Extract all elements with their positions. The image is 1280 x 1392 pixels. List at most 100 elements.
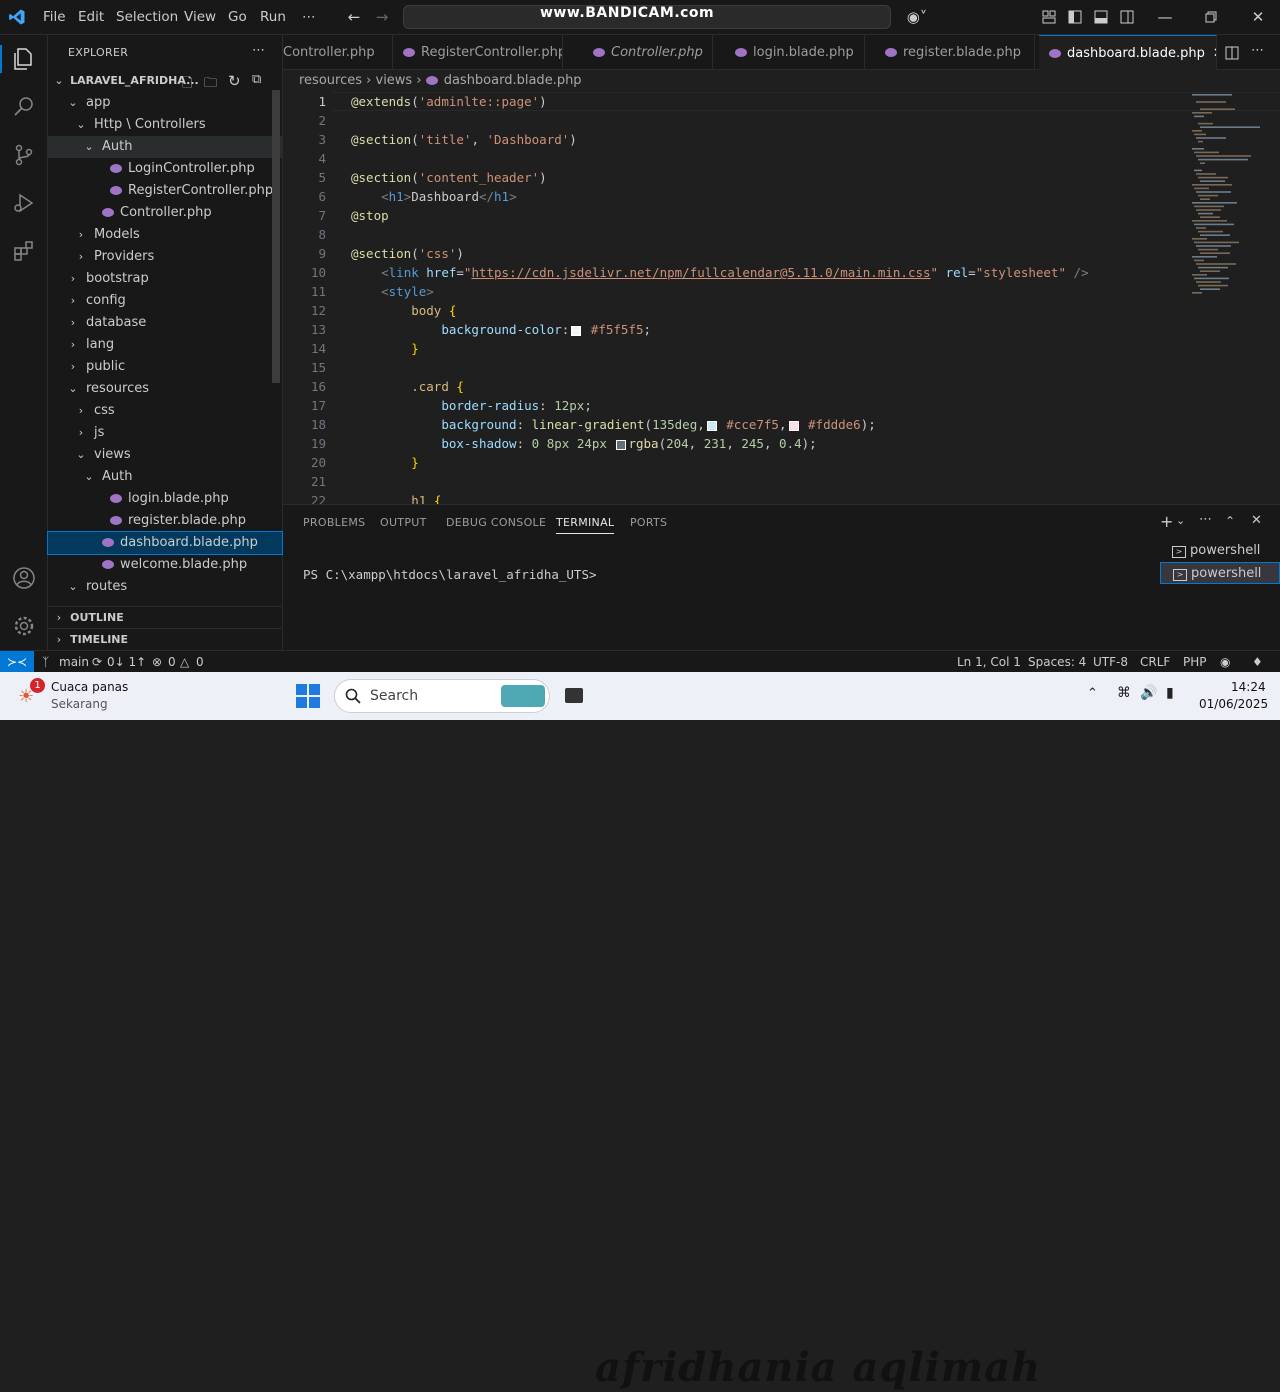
back-arrow-icon[interactable]: ←: [344, 8, 364, 26]
clock-date[interactable]: 01/06/2025: [1199, 697, 1268, 711]
color-swatch[interactable]: [788, 420, 799, 431]
tree-folder[interactable]: › config: [48, 290, 282, 312]
collapse-all-icon[interactable]: ⧉: [252, 72, 261, 87]
error-count[interactable]: 0: [168, 651, 176, 673]
toggle-sidebar-icon[interactable]: [1068, 10, 1082, 24]
color-swatch[interactable]: [616, 439, 627, 450]
close-panel-icon[interactable]: ✕: [1251, 513, 1262, 528]
minimap[interactable]: [1190, 92, 1280, 312]
menu-run[interactable]: Run: [260, 9, 286, 25]
accounts-icon[interactable]: [12, 566, 36, 590]
terminal-instance-2[interactable]: > powershell: [1160, 562, 1280, 584]
tree-folder[interactable]: ⌄ views: [48, 444, 282, 466]
tab-problems[interactable]: PROBLEMS: [303, 516, 365, 529]
maximize-panel-chevron-up-icon[interactable]: ⌃: [1225, 514, 1235, 528]
terminal-prompt[interactable]: PS C:\xampp\htdocs\laravel_afridha_UTS>: [303, 567, 597, 582]
close-icon[interactable]: ✕: [1248, 8, 1268, 26]
tree-folder[interactable]: ⌄ app: [48, 92, 282, 114]
minimize-icon[interactable]: —: [1155, 8, 1175, 26]
tree-folder[interactable]: ⌄ resources: [48, 378, 282, 400]
timeline-section[interactable]: › TIMELINE: [48, 628, 282, 650]
tree-folder[interactable]: › bootstrap: [48, 268, 282, 290]
toggle-panel-icon[interactable]: [1094, 10, 1108, 24]
windows-start-icon[interactable]: [296, 684, 320, 708]
indentation[interactable]: Spaces: 4: [1028, 651, 1086, 673]
wifi-icon[interactable]: ⌘: [1117, 685, 1131, 701]
settings-gear-icon[interactable]: [12, 614, 36, 638]
copilot-icon[interactable]: ◉˅: [902, 8, 932, 26]
code-editor[interactable]: 1 2 3 4 5 6 7 8 9 10 11 12 13 14 15 16 17 18 19 20 21 22 @ext…: [283, 92, 1280, 504]
cursor-position[interactable]: Ln 1, Col 1: [957, 651, 1021, 673]
tree-file[interactable]: register.blade.php: [48, 510, 282, 532]
app-icon[interactable]: [565, 688, 583, 703]
chevron-down-icon[interactable]: ⌄: [1176, 514, 1185, 527]
menu-file[interactable]: File: [43, 9, 66, 25]
customize-layout-icon[interactable]: [1042, 10, 1056, 24]
tree-file[interactable]: LoginController.php: [48, 158, 282, 180]
run-debug-icon[interactable]: [12, 191, 36, 215]
tab-output[interactable]: OUTPUT: [380, 516, 427, 529]
tree-folder[interactable]: › js: [48, 422, 282, 444]
refresh-icon[interactable]: ↻: [228, 72, 241, 90]
new-terminal-plus-icon[interactable]: +: [1160, 512, 1173, 531]
tree-folder[interactable]: ⌄ routes: [48, 576, 282, 598]
menu-view[interactable]: View: [184, 9, 216, 25]
tree-file[interactable]: RegisterController.php: [48, 180, 282, 202]
tab-ports[interactable]: PORTS: [630, 516, 667, 529]
tree-folder[interactable]: ⌄ Auth: [48, 136, 282, 158]
sync-status[interactable]: 0↓ 1↑: [107, 651, 146, 673]
tree-folder[interactable]: › public: [48, 356, 282, 378]
end-of-line[interactable]: CRLF: [1140, 651, 1170, 673]
remote-indicator-icon[interactable]: ≻≺: [0, 651, 34, 673]
tree-folder[interactable]: › lang: [48, 334, 282, 356]
breadcrumb-item[interactable]: views: [376, 73, 413, 88]
explorer-files-icon[interactable]: [12, 47, 36, 71]
breadcrumb-item[interactable]: dashboard.blade.php: [444, 73, 582, 88]
close-tab-icon[interactable]: ✕: [1213, 46, 1216, 61]
tray-chevron-up-icon[interactable]: ⌃: [1087, 686, 1098, 701]
branch-name[interactable]: main: [59, 651, 89, 673]
tab-dashboard-blade[interactable]: dashboard.blade.php ✕: [1039, 35, 1217, 70]
menu-more[interactable]: ⋯: [302, 9, 316, 25]
editor-more-icon[interactable]: ⋯: [1251, 43, 1264, 58]
language-mode[interactable]: PHP: [1183, 651, 1207, 673]
terminal-instance-1[interactable]: > powershell: [1160, 540, 1280, 562]
warning-count[interactable]: 0: [196, 651, 204, 673]
menu-edit[interactable]: Edit: [78, 9, 104, 25]
notifications-bell-icon[interactable]: ♦: [1252, 651, 1263, 673]
tree-folder[interactable]: ⌄ Http \ Controllers: [48, 114, 282, 136]
copilot-status-icon[interactable]: ◉: [1220, 651, 1230, 673]
tree-folder[interactable]: › Providers: [48, 246, 282, 268]
tree-folder[interactable]: ⌄ Auth: [48, 466, 282, 488]
vscode-logo-icon[interactable]: [8, 8, 26, 26]
weather-title[interactable]: Cuaca panas: [51, 680, 128, 694]
tree-folder[interactable]: › database: [48, 312, 282, 334]
search-icon[interactable]: [12, 95, 36, 119]
encoding[interactable]: UTF-8: [1093, 651, 1128, 673]
color-swatch[interactable]: [706, 420, 717, 431]
split-editor-icon[interactable]: [1225, 46, 1239, 60]
tab-register-blade[interactable]: register.blade.php: [875, 35, 1035, 70]
panel-more-icon[interactable]: ⋯: [1199, 512, 1212, 527]
tree-file[interactable]: login.blade.php: [48, 488, 282, 510]
workspace-root[interactable]: ⌄ LARAVEL_AFRIDHA...: [48, 70, 282, 92]
tab-controller[interactable]: Controller.php: [583, 35, 713, 70]
tab-debug-console[interactable]: DEBUG CONSOLE: [446, 516, 546, 529]
source-control-icon[interactable]: [12, 143, 36, 167]
volume-icon[interactable]: 🔊: [1140, 685, 1157, 701]
more-actions-icon[interactable]: ⋯: [252, 43, 265, 58]
tab-terminal[interactable]: TERMINAL: [556, 516, 615, 534]
menu-go[interactable]: Go: [228, 9, 247, 25]
tree-file[interactable]: dashboard.blade.php: [47, 531, 283, 555]
breadcrumb-item[interactable]: resources: [299, 73, 362, 88]
menu-selection[interactable]: Selection: [116, 9, 178, 25]
extensions-icon[interactable]: [12, 239, 36, 263]
tab-controller-partial[interactable]: Controller.php: [283, 35, 393, 70]
outline-section[interactable]: › OUTLINE: [48, 606, 282, 628]
tree-scrollbar[interactable]: [272, 90, 280, 383]
toggle-secondary-sidebar-icon[interactable]: [1120, 10, 1134, 24]
taskbar-search[interactable]: Search: [334, 679, 550, 713]
restore-icon[interactable]: [1205, 11, 1217, 23]
tab-login-blade[interactable]: login.blade.php: [725, 35, 865, 70]
tree-folder[interactable]: › Models: [48, 224, 282, 246]
